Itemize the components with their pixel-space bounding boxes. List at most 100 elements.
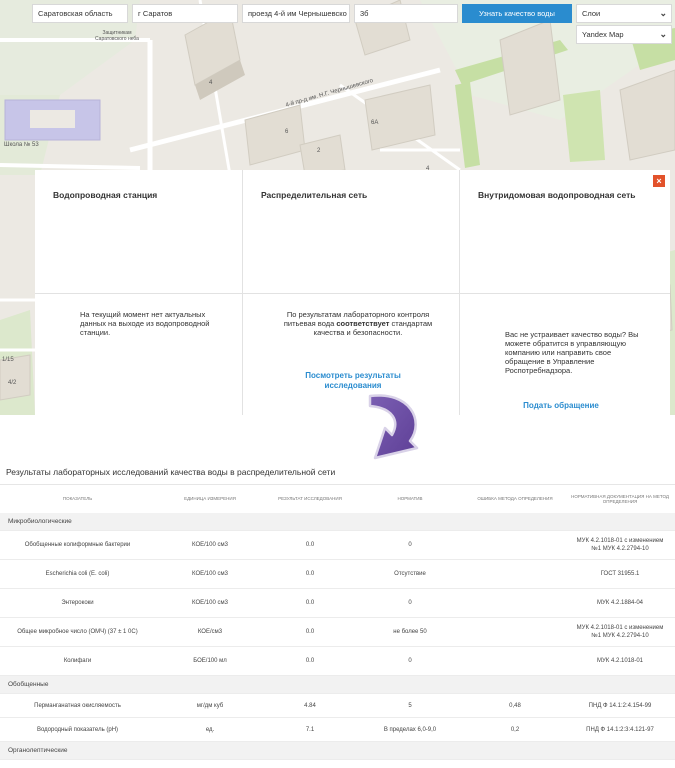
- column-header: Единица измерения: [184, 496, 236, 502]
- panel-column-network: Распределительная сеть По результатам ла…: [243, 170, 460, 415]
- table-cell: 5: [408, 702, 412, 709]
- table-cell: Отсутствие: [394, 571, 426, 577]
- table-cell: Энтерококи: [61, 600, 94, 606]
- submit-complaint-link[interactable]: Подать обращение: [505, 401, 617, 411]
- table-cell: 0: [408, 658, 412, 664]
- table-cell: Обобщенные колиформные бактерии: [24, 542, 131, 548]
- lab-results-section: Результаты лабораторных исследований кач…: [0, 463, 675, 768]
- city-field[interactable]: г Саратов: [132, 4, 238, 23]
- table-cell: 0,48: [509, 702, 521, 709]
- table-cell: КОЕ/см3: [197, 629, 223, 635]
- table-cell: В пределах 6,0-9,0: [383, 726, 437, 733]
- table-group-row: Органолептические: [0, 742, 675, 760]
- table-cell: [465, 647, 565, 675]
- water-quality-panel: Водопроводная станция На текущий момент …: [35, 170, 670, 415]
- table-cell: [465, 618, 565, 646]
- column-title: Внутридомовая водопроводная сеть: [478, 190, 636, 200]
- divider: [243, 293, 459, 294]
- table-cell: МУК 4.2.1018-01: [597, 658, 643, 664]
- table-cell: 0.0: [305, 571, 315, 577]
- layers-select[interactable]: Слои ⌄: [576, 4, 672, 23]
- chevron-down-icon: ⌄: [659, 29, 667, 39]
- map-label-house: 1/15: [2, 357, 14, 363]
- group-label: Обобщенные: [8, 681, 49, 688]
- table-cell: 0.0: [305, 600, 315, 606]
- map-label-house: 4/2: [8, 380, 17, 386]
- table-cell: 0.0: [305, 658, 315, 664]
- map-label-house: 4: [209, 80, 213, 86]
- table-cell: [465, 560, 565, 588]
- table-cell: ПНД Ф 14.1:2:3:4.121-97: [586, 726, 654, 733]
- table-cell: ГОСТ 31955.1: [600, 571, 640, 577]
- table-row: Перманганатная окисляемость мг/дм куб 4.84…: [0, 694, 675, 718]
- table-row: Колифаги БОЕ/100 мл 0.0 0 МУК 4.2.1018-01: [0, 647, 675, 676]
- column-header: Ошибка метода определения: [477, 496, 553, 502]
- table-group-row: Микробиологические: [0, 513, 675, 531]
- table-cell: 0: [408, 542, 412, 548]
- table-row: Общее микробное число (ОМЧ) (37 ± 1 0С) К…: [0, 618, 675, 647]
- table-cell: Escherichia coli (E. coli): [45, 571, 110, 577]
- table-cell: БОЕ/100 мл: [193, 658, 227, 664]
- table-row: Обобщенные колиформные бактерии КОЕ/100 с…: [0, 531, 675, 560]
- table-cell: [465, 531, 565, 559]
- column-title: Распределительная сеть: [261, 190, 368, 200]
- map-label-museum: Защитникам Саратовского неба: [95, 30, 139, 42]
- panel-column-building: Внутридомовая водопроводная сеть Вас не …: [460, 170, 670, 415]
- close-icon[interactable]: ×: [653, 175, 665, 187]
- table-cell: 0,2: [510, 726, 520, 733]
- map-label-house: 2: [317, 148, 321, 154]
- map-label-house: 6: [285, 129, 289, 135]
- layers-select-label: Слои: [582, 9, 601, 18]
- panel-column-station: Водопроводная станция На текущий момент …: [35, 170, 243, 415]
- network-status-text: По результатам лабораторного контроля пи…: [283, 310, 433, 337]
- station-status-text: На текущий момент нет актуальных данных …: [80, 310, 210, 337]
- table-row: Водородный показатель (рН) ед. 7.1 В предел…: [0, 718, 675, 742]
- table-cell: Общее микробное число (ОМЧ) (37 ± 1 0С): [17, 629, 138, 635]
- table-cell: ед.: [205, 726, 215, 733]
- table-cell: Перманганатная окисляемость: [34, 702, 121, 709]
- map-label-house: 6А: [371, 120, 379, 126]
- table-cell: 7.1: [305, 726, 315, 733]
- table-header: Показатель Единица измерения Результат и…: [0, 485, 675, 513]
- map-type-select[interactable]: Yandex Map ⌄: [576, 25, 672, 44]
- table-cell: МУК 4.2.1884-04: [597, 600, 643, 606]
- table-cell: не более 50: [393, 629, 427, 635]
- table-cell: КОЕ/100 см3: [192, 571, 228, 577]
- table-cell: 0.0: [305, 542, 315, 548]
- table-cell: КОЕ/100 см3: [192, 600, 228, 606]
- table-cell: Водородный показатель (рН): [36, 726, 119, 733]
- status-highlight: соответствует: [336, 319, 390, 328]
- table-row: Escherichia coli (E. coli) КОЕ/100 см3 0.0…: [0, 560, 675, 589]
- complaint-info-text: Вас не устраивает качество воды? Вы може…: [505, 330, 639, 375]
- map-type-select-label: Yandex Map: [582, 30, 624, 39]
- column-title: Водопроводная станция: [53, 190, 158, 200]
- curved-arrow-icon: [368, 394, 419, 460]
- column-header: Норматив: [397, 496, 423, 502]
- table-cell: 4.84: [304, 702, 316, 709]
- table-cell: [465, 589, 565, 617]
- region-field[interactable]: Саратовская область: [32, 4, 128, 23]
- map-label-school: Школа № 53: [4, 142, 39, 148]
- table-group-row: Обобщенные: [0, 676, 675, 694]
- table-cell: ПНД Ф 14.1:2:4.154-99: [588, 702, 652, 709]
- table-cell: Колифаги: [63, 658, 92, 664]
- divider: [35, 293, 242, 294]
- table-cell: мг/дм куб: [196, 702, 224, 709]
- group-label: Микробиологические: [8, 518, 72, 525]
- results-title: Результаты лабораторных исследований кач…: [6, 467, 336, 477]
- column-header: Результат исследования: [278, 496, 342, 502]
- column-header: Нормативная документация на метод опреде…: [571, 493, 669, 505]
- table-cell: 0.0: [305, 629, 315, 635]
- street-field[interactable]: проезд 4-й им Чернышевско: [242, 4, 350, 23]
- house-field[interactable]: 3б: [354, 4, 458, 23]
- table-row: Энтерококи КОЕ/100 см3 0.0 0 МУК 4.2.1884-04: [0, 589, 675, 618]
- chevron-down-icon: ⌄: [659, 8, 667, 18]
- table-cell: КОЕ/100 см3: [192, 542, 228, 548]
- table-cell: МУК 4.2.1018-01 с изменением №1 МУК 4.2.…: [576, 625, 664, 639]
- check-water-quality-button[interactable]: Узнать качество воды: [462, 4, 572, 23]
- column-header: Показатель: [62, 496, 93, 502]
- divider: [460, 293, 670, 294]
- group-label: Органолептические: [8, 747, 68, 754]
- table-cell: 0: [408, 600, 412, 606]
- table-cell: МУК 4.2.1018-01 с изменением №1 МУК 4.2.…: [576, 538, 664, 552]
